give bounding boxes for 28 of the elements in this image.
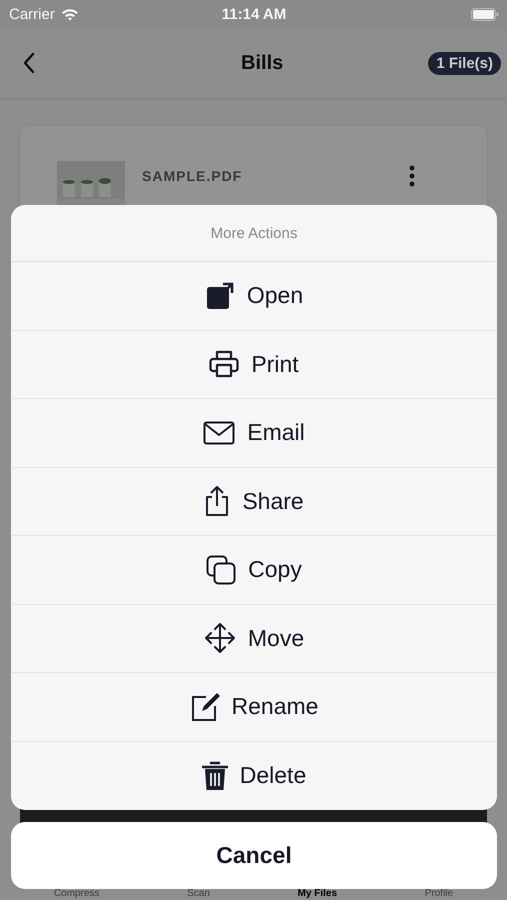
cancel-button[interactable]: Cancel [11, 822, 497, 889]
action-item[interactable]: Open [11, 262, 497, 330]
printer-icon [209, 350, 240, 378]
edit-icon [190, 692, 220, 722]
page-title: Bills [241, 52, 284, 74]
action-item[interactable]: Email [11, 399, 497, 468]
open-external-icon [204, 280, 235, 311]
wifi-icon [60, 8, 79, 20]
file-count-badge: 1 File(s) [428, 52, 501, 74]
action-item[interactable]: Copy [11, 536, 497, 604]
copy-icon [206, 554, 236, 585]
file-name: SAMPLE.PDF [142, 168, 244, 184]
action-item[interactable]: Rename [11, 673, 497, 742]
action-item[interactable]: Delete [11, 742, 497, 810]
action-item[interactable]: Share [11, 468, 497, 536]
tab-bar-item[interactable]: My Files [298, 888, 338, 900]
move-arrows-icon [204, 622, 236, 654]
more-icon[interactable] [409, 165, 415, 187]
battery-icon [470, 8, 499, 20]
sheet-title: More Actions [210, 224, 298, 242]
share-icon [204, 485, 230, 518]
action-item[interactable]: Move [11, 604, 497, 673]
action-item[interactable]: Print [11, 330, 497, 399]
carrier-text: Carrier [9, 6, 55, 22]
trash-icon [202, 760, 228, 792]
time-text: 11:14 AM [222, 6, 286, 22]
envelope-icon [203, 420, 236, 445]
back-icon[interactable] [22, 52, 36, 74]
